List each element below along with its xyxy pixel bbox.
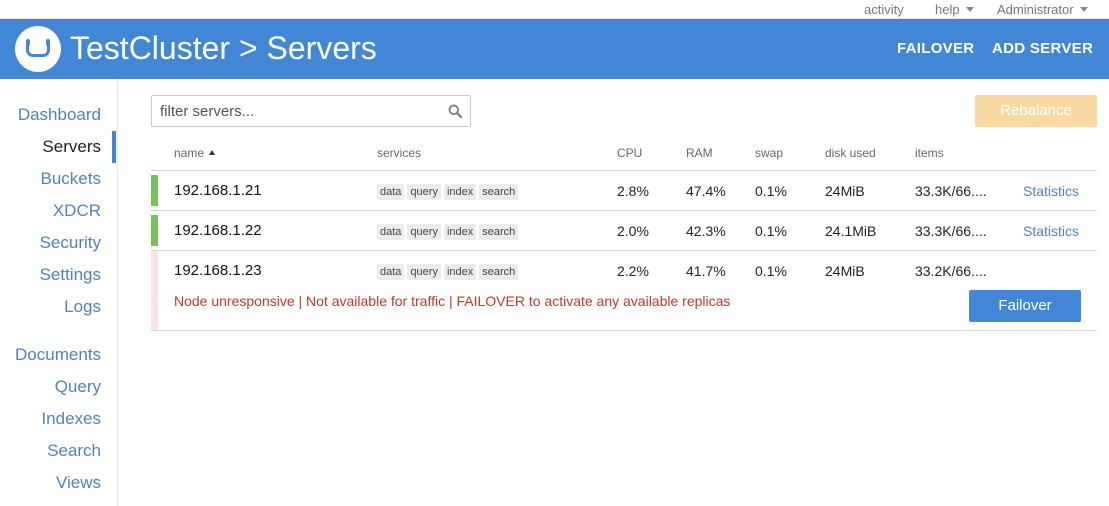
sidebar-item-indexes[interactable]: Indexes bbox=[41, 409, 101, 429]
sidebar-item-dashboard[interactable]: Dashboard bbox=[18, 105, 101, 125]
failover-header-button[interactable]: FAILOVER bbox=[897, 40, 974, 57]
service-tag: search bbox=[479, 184, 519, 200]
sidebar-item-logs[interactable]: Logs bbox=[64, 297, 101, 317]
ram-value: 41.7% bbox=[686, 263, 726, 279]
user-label: Administrator bbox=[997, 2, 1074, 17]
sidebar-item-buckets[interactable]: Buckets bbox=[41, 169, 101, 189]
swap-value: 0.1% bbox=[755, 223, 787, 239]
column-header-items[interactable]: items bbox=[915, 146, 944, 160]
column-header-name[interactable]: name bbox=[174, 146, 216, 160]
services-tags: data query index search bbox=[377, 222, 521, 240]
statistics-link[interactable]: Statistics bbox=[1023, 223, 1079, 239]
column-header-swap[interactable]: swap bbox=[755, 146, 783, 160]
cpu-value: 2.2% bbox=[617, 263, 649, 279]
service-tag: search bbox=[479, 224, 519, 240]
sidebar-item-servers[interactable]: Servers bbox=[42, 137, 101, 157]
swap-value: 0.1% bbox=[755, 183, 787, 199]
active-indicator bbox=[112, 131, 116, 163]
page-title: TestCluster > Servers bbox=[70, 30, 377, 66]
service-tag: data bbox=[377, 264, 405, 280]
service-tag: search bbox=[479, 264, 519, 280]
table-row: 192.168.1.22 data query index search 2.0% 4… bbox=[151, 211, 1097, 250]
sidebar-item-query[interactable]: Query bbox=[55, 377, 101, 397]
help-menu[interactable]: help bbox=[935, 2, 974, 17]
ram-value: 42.3% bbox=[686, 223, 726, 239]
status-indicator-unresponsive bbox=[151, 251, 158, 330]
service-tag: query bbox=[407, 224, 441, 240]
column-header-name-label: name bbox=[174, 146, 205, 160]
service-tag: data bbox=[377, 224, 405, 240]
sidebar-item-xdcr[interactable]: XDCR bbox=[53, 201, 101, 221]
add-server-button[interactable]: ADD SERVER bbox=[992, 40, 1093, 57]
items-value: 33.3K/66.... bbox=[915, 223, 987, 239]
disk-value: 24MiB bbox=[825, 183, 865, 199]
sidebar-item-views[interactable]: Views bbox=[56, 473, 101, 493]
column-header-disk[interactable]: disk used bbox=[825, 146, 876, 160]
services-tags: data query index search bbox=[377, 182, 521, 200]
service-tag: query bbox=[407, 184, 441, 200]
rebalance-button[interactable]: Rebalance bbox=[975, 95, 1097, 127]
couchbase-logo-icon[interactable] bbox=[15, 26, 61, 72]
ram-value: 47.4% bbox=[686, 183, 726, 199]
column-header-cpu[interactable]: CPU bbox=[617, 146, 642, 160]
chevron-down-icon bbox=[965, 7, 974, 12]
cpu-value: 2.8% bbox=[617, 183, 649, 199]
service-tag: index bbox=[443, 184, 477, 200]
activity-link[interactable]: activity bbox=[864, 2, 904, 17]
help-label: help bbox=[935, 2, 960, 17]
search-icon[interactable] bbox=[448, 104, 462, 118]
server-ip: 192.168.1.21 bbox=[174, 182, 262, 199]
column-header-ram[interactable]: RAM bbox=[686, 146, 713, 160]
app-header: TestCluster > Servers FAILOVER ADD SERVE… bbox=[0, 19, 1109, 79]
service-tag: index bbox=[443, 224, 477, 240]
service-tag: query bbox=[407, 264, 441, 280]
server-ip: 192.168.1.22 bbox=[174, 222, 262, 239]
column-header-services: services bbox=[377, 146, 422, 160]
sidebar-item-settings[interactable]: Settings bbox=[40, 265, 101, 285]
sidebar-item-search[interactable]: Search bbox=[47, 441, 101, 461]
filter-servers-input[interactable] bbox=[160, 100, 440, 122]
table-row: 192.168.1.23 data query index search 2.2% 4… bbox=[151, 251, 1097, 330]
server-ip: 192.168.1.23 bbox=[174, 262, 262, 279]
cpu-value: 2.0% bbox=[617, 223, 649, 239]
service-tag: data bbox=[377, 184, 405, 200]
disk-value: 24MiB bbox=[825, 263, 865, 279]
disk-value: 24.1MiB bbox=[825, 223, 877, 239]
services-tags: data query index search bbox=[377, 262, 521, 280]
swap-value: 0.1% bbox=[755, 263, 787, 279]
node-warning-message: Node unresponsive | Not available for tr… bbox=[174, 293, 731, 309]
items-value: 33.3K/66.... bbox=[915, 183, 987, 199]
table-row: 192.168.1.21 data query index search 2.8% 4… bbox=[151, 171, 1097, 210]
divider bbox=[151, 330, 1097, 331]
status-indicator-healthy bbox=[151, 175, 158, 206]
status-indicator-healthy bbox=[151, 215, 158, 246]
sidebar: Dashboard Servers Buckets XDCR Security … bbox=[0, 79, 118, 506]
statistics-link[interactable]: Statistics bbox=[1023, 183, 1079, 199]
failover-node-button[interactable]: Failover bbox=[969, 290, 1081, 322]
filter-box bbox=[151, 95, 471, 127]
chevron-down-icon bbox=[1079, 7, 1088, 12]
user-menu[interactable]: Administrator bbox=[997, 2, 1088, 17]
sidebar-item-security[interactable]: Security bbox=[40, 233, 101, 253]
utility-bar: activity help Administrator bbox=[0, 0, 1109, 19]
items-value: 33.2K/66.... bbox=[915, 263, 987, 279]
service-tag: index bbox=[443, 264, 477, 280]
sort-ascending-icon bbox=[209, 150, 216, 155]
sidebar-item-documents[interactable]: Documents bbox=[15, 345, 101, 365]
